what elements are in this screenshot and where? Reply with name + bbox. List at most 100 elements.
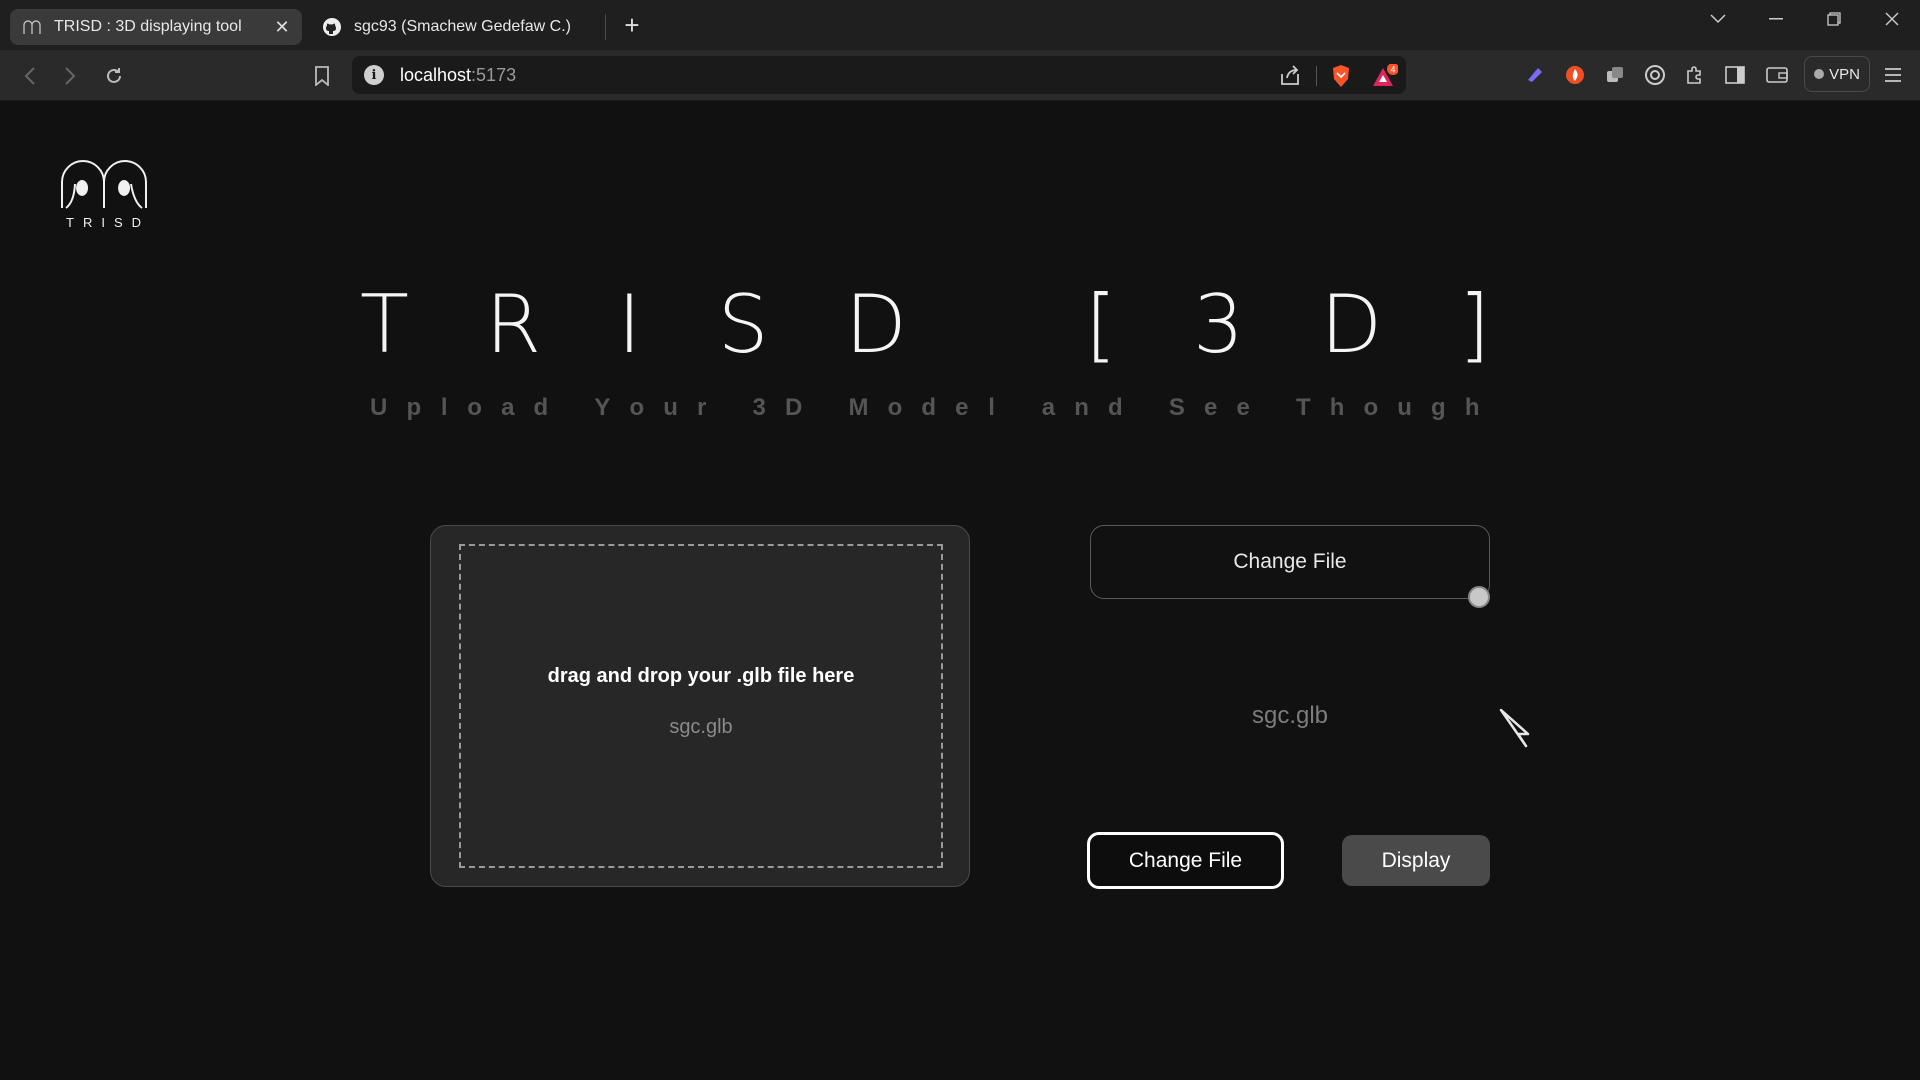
hero-subtitle-letter: T [1295,394,1311,421]
address-bar[interactable]: i localhost:5173 4 [352,56,1406,94]
hero-subtitle-letter: l [988,394,995,421]
hero-subtitle-letter: Y [594,394,611,421]
page-content: TRISD TRISD [3 D] Upload Your 3D Model an… [0,102,1920,1080]
hero-subtitle-letter [821,394,829,422]
hero-title-letter: 3 [1193,278,1244,371]
dropzone-dashed-area[interactable]: drag and drop your .glb file here sgc.gl… [459,544,943,868]
resize-handle[interactable] [1468,586,1490,608]
hero-title-letter: D [1320,278,1383,371]
hero-subtitle-letter: g [1431,394,1446,421]
hero-subtitle-letter [1015,394,1023,422]
hero-title-letter: D [845,278,907,371]
trisd-logo-icon [61,160,147,209]
dropzone-filename: sgc.glb [669,716,733,738]
sidebar-toggle-icon[interactable] [1722,62,1748,88]
tab-title: sgc93 (Smachew Gedefaw C.) [354,18,571,35]
hero-title-letter: T [360,278,409,371]
logo-text: TRISD [66,215,150,230]
hero-subtitle-letter: e [1203,394,1218,421]
reload-icon[interactable] [100,62,128,90]
url-host: localhost [400,65,472,85]
hero-subtitle-letter: D [785,394,803,421]
extension-purple-icon[interactable] [1522,62,1548,88]
hero-subtitle-letter: S [1168,394,1185,421]
share-icon[interactable] [1277,63,1303,89]
url-text[interactable]: localhost:5173 [400,65,516,86]
hero-subtitle-letter: o [629,394,645,421]
hero-subtitle-letter: n [1074,394,1089,421]
change-file-button[interactable]: Change File [1087,832,1284,889]
file-dropzone[interactable]: drag and drop your .glb file here sgc.gl… [430,525,970,887]
back-arrow-icon[interactable] [16,62,44,90]
hero-title-letter: I [617,278,642,371]
vpn-status-icon [1814,69,1825,79]
hero-subtitle: Upload Your 3D Model and See Though [370,394,1480,422]
vpn-button[interactable]: VPN [1804,56,1870,92]
hero-subtitle-letter: u [1397,394,1412,421]
tab-github[interactable]: sgc93 (Smachew Gedefaw C.) [310,9,606,45]
tab-divider [605,14,606,40]
brave-rewards-icon[interactable]: 4 [1372,63,1398,89]
extension-flame-icon[interactable] [1562,62,1588,88]
hero-subtitle-letter: u [663,394,678,421]
hero-subtitle-letter: d [1108,394,1123,421]
bookmark-icon[interactable] [308,62,336,90]
hero-subtitle-letter: 3 [752,394,766,421]
omnibox-divider [1316,66,1317,86]
close-tab-icon[interactable]: ✕ [270,15,294,39]
new-tab-button[interactable]: + [618,10,646,40]
hero-subtitle-letter [725,394,733,422]
extension-target-icon[interactable] [1642,62,1668,88]
tab-bar: TRISD : 3D displaying tool ✕ sgc93 (Smac… [0,0,1920,50]
hero-subtitle-letter: d [533,394,549,421]
minimize-icon[interactable] [1754,4,1798,34]
tab-trisd[interactable]: TRISD : 3D displaying tool ✕ [10,9,302,45]
hero-subtitle-letter: o [887,394,903,421]
navigation-bar: i localhost:5173 4 VPN [0,50,1920,101]
close-window-icon[interactable] [1870,4,1914,34]
hero-subtitle-letter: e [955,394,969,421]
trisd-favicon-icon [22,17,42,37]
extensions-puzzle-icon[interactable] [1682,62,1708,88]
hero-subtitle-letter: o [1363,394,1379,421]
hero-subtitle-letter: l [440,394,448,421]
selected-filename: sgc.glb [1251,702,1329,729]
hero-subtitle-letter [567,394,575,422]
forward-arrow-icon[interactable] [56,62,84,90]
restore-icon[interactable] [1812,4,1856,34]
hero-title-letter: ] [1458,278,1490,371]
site-info-icon[interactable]: i [364,65,384,85]
brave-shields-icon[interactable] [1328,63,1354,89]
hero-subtitle-letter: a [501,394,515,421]
github-icon [322,17,342,37]
hero-subtitle-letter: h [1464,394,1480,421]
hero-subtitle-letter [1142,394,1150,422]
hero-title-letter [983,278,1008,371]
dropzone-instruction: drag and drop your .glb file here [547,665,855,687]
hero-subtitle-letter [1269,394,1277,422]
hero-subtitle-letter: a [1041,394,1056,421]
wallet-icon[interactable] [1764,62,1790,88]
tab-title: TRISD : 3D displaying tool [54,18,242,35]
hero-title-letter: R [485,278,542,371]
vpn-label: VPN [1829,65,1860,83]
hero-subtitle-letter: U [370,394,388,421]
url-port: :5173 [471,65,517,85]
trisd-logo[interactable]: TRISD [58,156,152,230]
extension-stack-icon[interactable] [1602,62,1628,88]
hero-subtitle-letter: p [406,394,422,421]
rewards-badge-count: 4 [1390,65,1395,75]
hero-subtitle-letter: M [848,394,869,421]
hero-subtitle-letter: d [921,394,937,421]
change-file-top-button[interactable]: Change File [1090,525,1490,599]
mouse-cursor-icon [1499,708,1530,748]
display-button[interactable]: Display [1342,835,1490,886]
menu-hamburger-icon[interactable] [1880,62,1906,88]
hero-subtitle-letter: e [1236,394,1250,421]
hero-subtitle-letter: o [467,394,482,421]
hero-title-letter: [ [1085,278,1117,371]
hero-subtitle-letter: h [1329,394,1345,421]
hero-title: TRISD [3 D] [360,278,1490,371]
hero-title-letter: S [717,278,769,371]
tab-search-chevron-icon[interactable] [1696,4,1740,34]
